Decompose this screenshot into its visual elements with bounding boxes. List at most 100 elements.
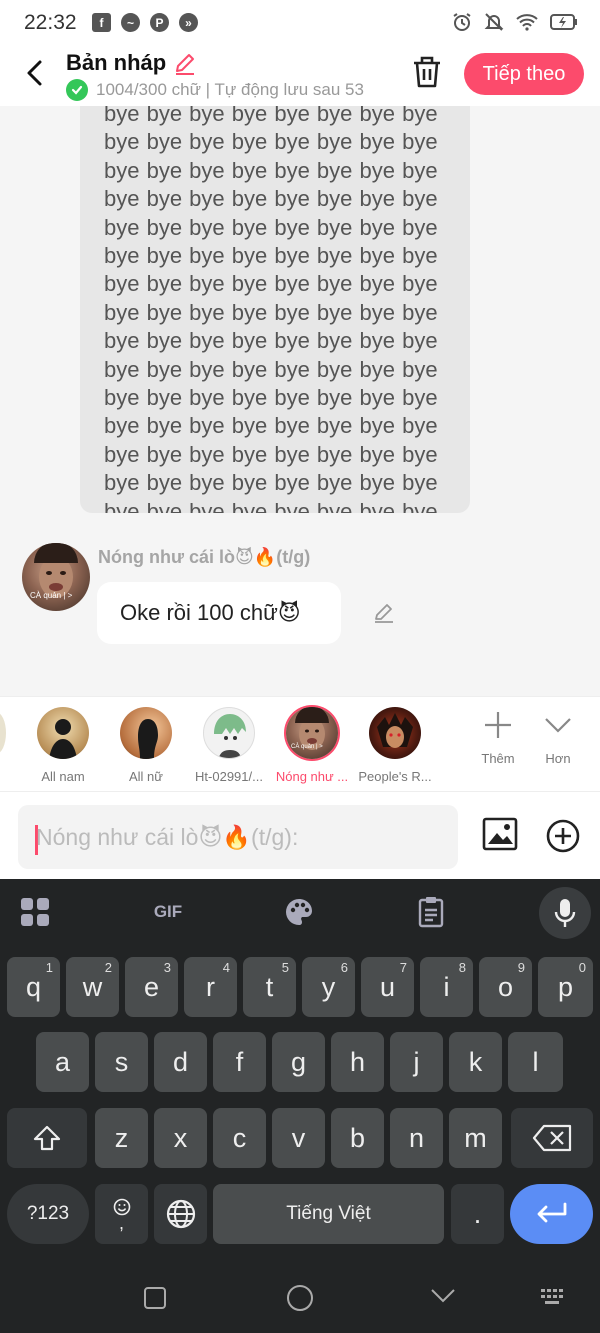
key-k[interactable]: k: [449, 1032, 502, 1092]
edit-title-icon[interactable]: [172, 50, 198, 76]
key-j[interactable]: j: [390, 1032, 443, 1092]
key-x[interactable]: x: [154, 1108, 207, 1168]
backspace-key[interactable]: [511, 1108, 593, 1168]
key-u[interactable]: u7: [361, 957, 414, 1017]
character-avatar: [37, 707, 89, 759]
apps-grid-button[interactable]: [18, 894, 52, 930]
character-ht-02991[interactable]: Ht-02991/...: [184, 707, 274, 784]
key-t[interactable]: t5: [243, 957, 296, 1017]
period-key[interactable]: .: [451, 1184, 504, 1244]
key-f[interactable]: f: [213, 1032, 266, 1092]
backspace-icon: [532, 1124, 572, 1152]
hide-keyboard-icon[interactable]: [430, 1288, 456, 1304]
character-label: Ht-02991/...: [195, 769, 263, 784]
face-icon: [34, 543, 78, 598]
character-peoples-r[interactable]: People's R...: [350, 707, 440, 784]
add-label: Thêm: [481, 751, 515, 766]
key-q[interactable]: q1: [7, 957, 60, 1017]
character-avatar: CÀ quản | >: [286, 707, 338, 759]
key-d[interactable]: d: [154, 1032, 207, 1092]
delete-button[interactable]: [410, 54, 444, 90]
character-nong-nhu[interactable]: CÀ quản | > Nóng như ...: [267, 707, 357, 784]
key-y[interactable]: y6: [302, 957, 355, 1017]
character-label: Nóng như ...: [275, 769, 349, 784]
more-characters-button[interactable]: Hơn: [528, 707, 588, 766]
reply-text: Oke rồi 100 chữ😈: [120, 600, 301, 625]
plus-icon: [485, 712, 511, 738]
key-m[interactable]: m: [449, 1108, 502, 1168]
partial-avatar[interactable]: [0, 712, 6, 754]
app-icon: »: [179, 13, 198, 32]
shift-key[interactable]: [7, 1108, 87, 1168]
gif-button[interactable]: GIF: [146, 894, 190, 930]
key-p[interactable]: p0: [538, 957, 593, 1017]
word-count-status: 1004/300 chữ | Tự động lưu sau 53: [96, 80, 364, 99]
key-r[interactable]: r4: [184, 957, 237, 1017]
chevron-down-icon: [545, 718, 571, 733]
key-b[interactable]: b: [331, 1108, 384, 1168]
messenger-icon: ~: [121, 13, 140, 32]
keyboard-switch-icon[interactable]: [540, 1288, 566, 1308]
more-label: Hơn: [545, 751, 571, 766]
character-caption: CÀ quản | >: [291, 744, 323, 750]
key-i[interactable]: i8: [420, 957, 473, 1017]
trash-icon: [414, 56, 440, 88]
clipboard-button[interactable]: [414, 894, 448, 930]
space-key[interactable]: Tiếng Việt: [213, 1184, 444, 1244]
character-all-nu[interactable]: All nữ: [101, 707, 191, 784]
recents-icon[interactable]: [143, 1286, 167, 1310]
chat-area[interactable]: bye bye bye bye bye bye bye bye bye bye …: [0, 106, 600, 696]
emoji-comma-key[interactable]: ,: [95, 1184, 148, 1244]
message-input[interactable]: Nóng như cái lò😈🔥(t/g):: [18, 805, 458, 869]
sender-avatar[interactable]: CÀ quản | >: [22, 543, 90, 611]
wifi-icon: [516, 14, 538, 31]
key-v[interactable]: v: [272, 1108, 325, 1168]
pencil-icon: [375, 604, 393, 623]
alarm-icon: [453, 13, 471, 31]
more-options-button[interactable]: [546, 819, 580, 853]
clipboard-icon: [418, 897, 444, 928]
top-bar: Bản nháp 1004/300 chữ | Tự động lưu sau …: [0, 48, 600, 106]
key-g[interactable]: g: [272, 1032, 325, 1092]
home-icon[interactable]: [286, 1284, 314, 1312]
page-title: Bản nháp: [66, 50, 167, 75]
key-e[interactable]: e3: [125, 957, 178, 1017]
key-o[interactable]: o9: [479, 957, 532, 1017]
key-s[interactable]: s: [95, 1032, 148, 1092]
back-button[interactable]: [20, 56, 48, 90]
next-button[interactable]: Tiếp theo: [464, 53, 584, 95]
draft-text: bye bye bye bye bye bye bye bye bye bye …: [104, 106, 438, 513]
key-l[interactable]: l: [508, 1032, 563, 1092]
edit-message-button[interactable]: [372, 600, 396, 624]
grid-icon: [21, 898, 49, 926]
input-placeholder: Nóng như cái lò😈🔥(t/g):: [36, 824, 299, 850]
keyboard: GIF q1 w2 e3 r4 t5 y6 u7 i8 o9 p0 a s d …: [0, 879, 600, 1273]
key-n[interactable]: n: [390, 1108, 443, 1168]
character-avatar: [369, 707, 421, 759]
voice-input-button[interactable]: [539, 887, 591, 939]
language-key[interactable]: [154, 1184, 207, 1244]
enter-icon: [537, 1202, 566, 1223]
reply-message-bubble[interactable]: Oke rồi 100 chữ😈: [97, 582, 341, 644]
pinterest-icon: P: [150, 13, 169, 32]
image-button[interactable]: [482, 816, 518, 852]
theme-button[interactable]: [282, 894, 316, 930]
key-a[interactable]: a: [36, 1032, 89, 1092]
status-bar: 22:32 f ~ P »: [0, 0, 600, 48]
character-strip[interactable]: All nam All nữ Ht-02991/... CÀ quản | > …: [0, 696, 600, 791]
avatar-caption: CÀ quản | >: [30, 591, 73, 600]
key-c[interactable]: c: [213, 1108, 266, 1168]
symbols-key[interactable]: ?123: [7, 1184, 89, 1244]
add-character-button[interactable]: Thêm: [468, 707, 528, 766]
composer: Nóng như cái lò😈🔥(t/g):: [0, 791, 600, 879]
globe-icon: [166, 1199, 195, 1229]
draft-message-bubble[interactable]: bye bye bye bye bye bye bye bye bye bye …: [80, 106, 470, 513]
character-all-nam[interactable]: All nam: [18, 707, 108, 784]
shift-icon: [33, 1125, 61, 1151]
enter-key[interactable]: [510, 1184, 593, 1244]
key-h[interactable]: h: [331, 1032, 384, 1092]
key-w[interactable]: w2: [66, 957, 119, 1017]
facebook-icon: f: [92, 13, 111, 32]
notification-icons: f ~ P »: [92, 13, 198, 32]
key-z[interactable]: z: [95, 1108, 148, 1168]
